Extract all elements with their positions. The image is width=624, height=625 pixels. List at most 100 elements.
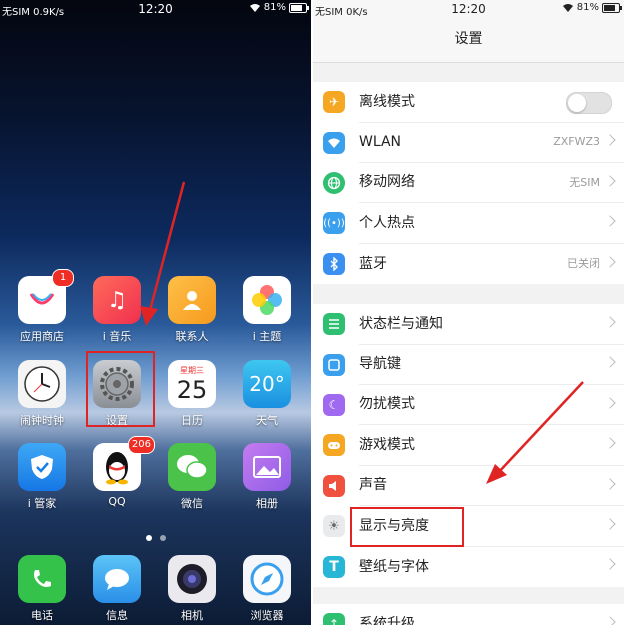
app-label: 信息: [106, 609, 128, 622]
clock-icon: [18, 360, 66, 408]
brightness-icon: ☀: [323, 515, 345, 538]
shield-icon: [18, 443, 66, 491]
row-value: 已关闭: [567, 256, 600, 270]
hotspot-icon: ((•)): [323, 212, 345, 235]
camera-icon: [168, 555, 216, 603]
gallery-app[interactable]: 相册: [230, 443, 304, 511]
app-store-icon: 1: [18, 269, 74, 324]
gallery-icon: [243, 443, 291, 491]
battery-icon: [602, 2, 622, 13]
row-value: ZXFWZ3: [553, 135, 600, 149]
compass-icon: [243, 555, 291, 603]
browser-app[interactable]: 浏览器: [230, 555, 304, 623]
globe-icon: [323, 171, 345, 194]
moon-icon: ☾: [323, 393, 345, 416]
weather-app[interactable]: 20° 天气: [230, 360, 304, 428]
page-title: 设置: [454, 31, 483, 47]
calendar-app[interactable]: 星期三 25 日历: [155, 360, 229, 428]
wechat-icon: [168, 443, 216, 491]
app-label: 相册: [256, 497, 278, 510]
text-icon: T: [323, 555, 345, 578]
wifi-icon: [562, 3, 573, 12]
status-right: 81%: [562, 2, 622, 13]
status-bar-icon: [323, 313, 345, 336]
music-app[interactable]: ♫ i 音乐: [80, 276, 154, 344]
wechat-app[interactable]: 微信: [155, 443, 229, 511]
wifi-icon: [323, 131, 345, 154]
settings-row-system-upgrade[interactable]: ↑ 系统升级: [313, 604, 624, 625]
row-label: 状态栏与通知: [359, 304, 624, 345]
app-label: i 音乐: [102, 330, 132, 343]
row-value: 无SIM: [569, 175, 600, 189]
settings-group-system: ↑ 系统升级: [313, 604, 624, 625]
settings-row-wlan[interactable]: WLAN ZXFWZ3: [313, 122, 624, 164]
status-right: 81%: [249, 2, 309, 13]
phone-icon: [18, 555, 66, 603]
bluetooth-icon: [323, 252, 345, 275]
qq-penguin-icon: 206: [93, 436, 155, 491]
highlight-box: [350, 507, 464, 547]
qq-app[interactable]: 206 QQ: [80, 436, 155, 508]
camera-app[interactable]: 相机: [155, 555, 229, 623]
app-store[interactable]: 1 应用商店: [5, 269, 79, 344]
app-label: 浏览器: [250, 609, 284, 622]
app-label: i 主题: [252, 330, 282, 343]
row-label: 勿扰模式: [359, 384, 624, 426]
music-note-icon: ♫: [93, 276, 141, 324]
app-label: 日历: [181, 414, 203, 427]
app-label: 相机: [181, 609, 203, 622]
app-label: 应用商店: [20, 330, 64, 343]
settings-row-dnd[interactable]: ☾ 勿扰模式: [313, 384, 624, 426]
toggle-knob: [568, 94, 586, 112]
row-label: 游戏模式: [359, 425, 624, 466]
status-bar: 无SIM 0.9K/s 12:20 81%: [0, 0, 311, 18]
airplane-mode-toggle[interactable]: [566, 92, 612, 114]
manager-app[interactable]: i 管家: [5, 443, 79, 511]
highlight-box: [86, 351, 155, 427]
settings-row-bluetooth[interactable]: 蓝牙 已关闭: [313, 244, 624, 284]
battery-percent: 81%: [576, 2, 599, 13]
settings-row-nav-keys[interactable]: 导航键: [313, 344, 624, 386]
settings-row-mobile-network[interactable]: 移动网络 无SIM: [313, 163, 624, 204]
weather-temp: 20°: [249, 372, 285, 396]
contacts-icon: [168, 276, 216, 324]
app-label: 联系人: [175, 330, 209, 343]
page-dot: [159, 535, 166, 541]
status-bar: 无SIM 0K/s 12:20 81%: [313, 0, 624, 18]
wifi-icon: [249, 3, 260, 12]
messages-app[interactable]: 信息: [80, 555, 154, 623]
settings-row-sound[interactable]: 声音: [313, 465, 624, 507]
battery-percent: 81%: [263, 2, 286, 13]
calendar-day: 25: [176, 376, 208, 404]
home-screen: 无SIM 0.9K/s 12:20 81% 1 应用商店 ♫ i 音乐 联系人 …: [0, 0, 311, 625]
app-label: i 管家: [27, 497, 57, 510]
settings-screen: 无SIM 0K/s 12:20 81% 设置 ✈ 离线模式 WLAN ZXFWZ…: [313, 0, 624, 625]
page-dot: [145, 535, 152, 541]
phone-app[interactable]: 电话: [5, 555, 79, 623]
notification-badge: 1: [52, 269, 74, 287]
settings-row-hotspot[interactable]: ((•)) 个人热点: [313, 203, 624, 244]
nav-keys-icon: [323, 353, 345, 376]
battery-icon: [289, 2, 309, 13]
gamepad-icon: [323, 434, 345, 457]
message-icon: [93, 555, 141, 603]
calendar-weekday: 星期三: [180, 366, 204, 375]
settings-row-status-bar[interactable]: 状态栏与通知: [313, 304, 624, 345]
row-label: 导航键: [359, 344, 624, 386]
app-label: QQ: [108, 495, 126, 508]
app-label: 天气: [256, 414, 278, 427]
contacts-app[interactable]: 联系人: [155, 276, 229, 344]
speaker-icon: [323, 474, 345, 497]
app-label: 微信: [181, 497, 203, 510]
theme-petals-icon: [243, 276, 291, 324]
calendar-icon: 星期三 25: [168, 360, 216, 408]
settings-row-wallpaper-font[interactable]: T 壁纸与字体: [313, 546, 624, 586]
theme-app[interactable]: i 主题: [230, 276, 304, 344]
app-label: 电话: [31, 609, 53, 622]
settings-row-game-mode[interactable]: 游戏模式: [313, 425, 624, 466]
weather-icon: 20°: [243, 360, 291, 408]
settings-row-airplane-mode[interactable]: ✈ 离线模式: [313, 82, 624, 123]
row-label: 声音: [359, 465, 624, 507]
row-label: 系统升级: [359, 616, 415, 625]
clock-app[interactable]: 闹钟时钟: [5, 360, 79, 428]
